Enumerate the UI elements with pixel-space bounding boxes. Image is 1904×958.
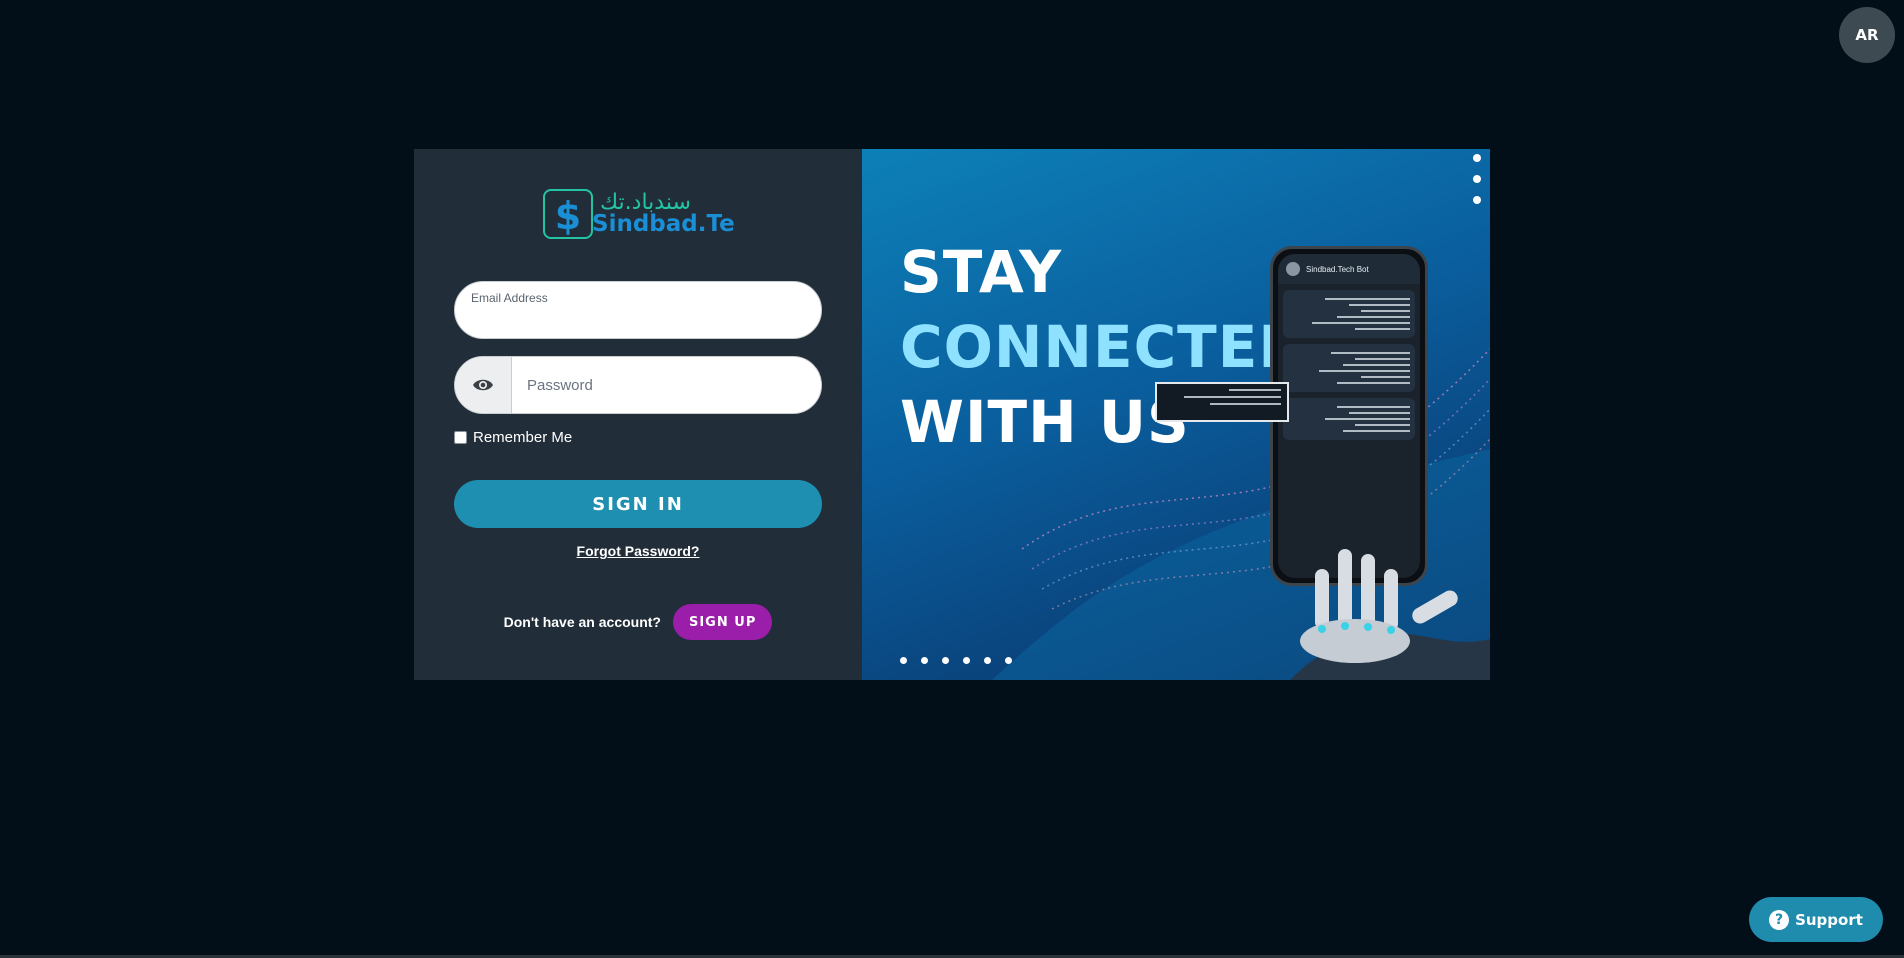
sindbad-tech-logo: $ سندباد.تك Sindbad.Tech: [543, 189, 734, 239]
email-input[interactable]: [471, 308, 801, 332]
promo-headline: STAY CONNECTED WITH US: [900, 235, 1307, 460]
signup-row: Don't have an account? SIGN UP: [414, 604, 862, 640]
carousel-dots: [900, 657, 1012, 664]
chat-message: [1283, 398, 1415, 440]
slider-dot[interactable]: [1473, 196, 1481, 204]
bot-avatar: [1286, 262, 1300, 276]
slider-dot[interactable]: [1473, 154, 1481, 162]
show-password-button[interactable]: [455, 357, 512, 413]
carousel-dot[interactable]: [984, 657, 991, 664]
promo-banner: STAY CONNECTED WITH US Sindbad.Tech Bot: [862, 149, 1490, 680]
chat-header: Sindbad.Tech Bot: [1278, 254, 1420, 284]
carousel-dot[interactable]: [942, 657, 949, 664]
forgot-password-link[interactable]: Forgot Password?: [414, 543, 862, 559]
slider-dot[interactable]: [1473, 175, 1481, 183]
remember-me: Remember Me: [454, 429, 572, 446]
eye-icon: [473, 379, 493, 391]
logo-latin-text: Sindbad.Tech: [592, 211, 734, 237]
login-card: $ سندباد.تك Sindbad.Tech Email Address R…: [414, 149, 1490, 680]
language-toggle-button[interactable]: AR: [1839, 7, 1895, 63]
sign-up-button[interactable]: SIGN UP: [672, 604, 773, 640]
sign-in-button[interactable]: SIGN IN: [454, 480, 822, 528]
email-field[interactable]: Email Address: [454, 281, 822, 339]
headline-line-1: STAY: [900, 238, 1063, 306]
vertical-slider-dots: [1473, 154, 1481, 204]
support-label: Support: [1795, 910, 1863, 929]
email-label: Email Address: [471, 291, 548, 305]
svg-text:$: $: [555, 194, 581, 238]
support-button[interactable]: ? Support: [1749, 897, 1883, 942]
chat-message: [1283, 290, 1415, 338]
help-icon: ?: [1769, 909, 1790, 930]
carousel-dot[interactable]: [1005, 657, 1012, 664]
message-popup: [1155, 382, 1289, 422]
carousel-dot[interactable]: [921, 657, 928, 664]
carousel-dot[interactable]: [900, 657, 907, 664]
remember-me-label[interactable]: Remember Me: [473, 429, 572, 446]
login-panel: $ سندباد.تك Sindbad.Tech Email Address R…: [414, 149, 862, 680]
bot-name: Sindbad.Tech Bot: [1306, 264, 1369, 274]
password-input[interactable]: [512, 357, 821, 413]
headline-line-2: CONNECTED: [900, 313, 1308, 381]
remember-me-checkbox[interactable]: [454, 431, 467, 444]
carousel-dot[interactable]: [963, 657, 970, 664]
password-field[interactable]: [454, 356, 822, 414]
chat-message: [1283, 344, 1415, 392]
robot-hand-illustration: [1290, 549, 1490, 680]
no-account-text: Don't have an account?: [503, 614, 661, 630]
